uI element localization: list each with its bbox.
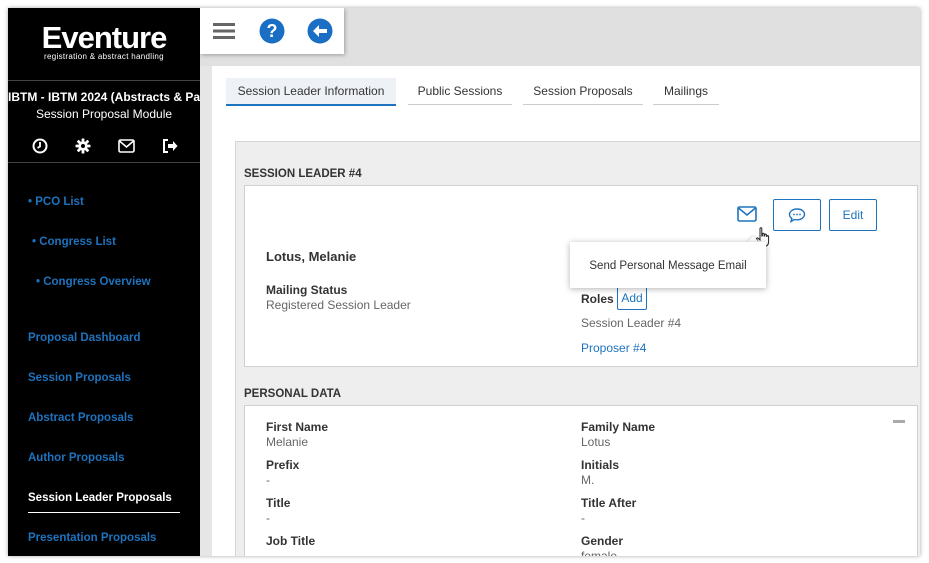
prefix-value: -	[266, 473, 270, 487]
envelope-icon[interactable]	[117, 136, 137, 156]
sidebar-icon-bar	[30, 136, 180, 156]
gender-label: Gender	[581, 534, 624, 548]
roles-label: Roles	[581, 292, 614, 306]
clock-icon[interactable]	[30, 136, 50, 156]
divider	[8, 80, 200, 81]
gear-icon[interactable]	[73, 136, 93, 156]
logout-icon[interactable]	[160, 136, 180, 156]
message-button[interactable]	[773, 199, 821, 231]
prefix-label: Prefix	[266, 458, 300, 472]
sidebar-item-session-leader-proposals[interactable]: Session Leader Proposals	[28, 492, 172, 504]
logo-wordmark: Eventure	[41, 20, 168, 55]
job-title-label: Job Title	[266, 534, 316, 548]
title-label: Title	[266, 496, 291, 510]
active-nav-underline	[28, 512, 180, 513]
mailing-status-label: Mailing Status	[266, 283, 348, 297]
initials-label: Initials	[581, 458, 620, 472]
sidebar: Eventure registration & abstract handlin…	[8, 8, 200, 556]
sidebar-item-congress-list[interactable]: • Congress List	[32, 236, 116, 248]
hamburger-menu-icon[interactable]	[200, 8, 248, 54]
title-after-value: -	[581, 511, 585, 525]
tab-mailings[interactable]: Mailings	[653, 78, 719, 105]
app-window: Eventure registration & abstract handlin…	[8, 8, 920, 556]
svg-text:?: ?	[267, 21, 278, 41]
section-title-session-leader: SESSION LEADER #4	[244, 168, 362, 180]
sidebar-item-congress-overview[interactable]: • Congress Overview	[36, 276, 151, 288]
sidebar-item-proposal-dashboard[interactable]: Proposal Dashboard	[28, 332, 140, 344]
first-name-value: Melanie	[266, 435, 309, 449]
envelope-icon	[737, 206, 757, 222]
send-email-button[interactable]	[729, 199, 765, 229]
sidebar-item-abstract-proposals[interactable]: Abstract Proposals	[28, 412, 133, 424]
sidebar-item-presentation-proposals[interactable]: Presentation Proposals	[28, 532, 156, 544]
toolbar: ?	[200, 8, 344, 54]
sidebar-item-session-proposals[interactable]: Session Proposals	[28, 372, 131, 384]
event-title: IBTM - IBTM 2024 (Abstracts & Par...	[8, 90, 200, 104]
logo: Eventure registration & abstract handlin…	[8, 20, 200, 62]
top-bar: ?	[200, 8, 920, 66]
initials-value: M.	[581, 473, 595, 487]
divider	[8, 162, 200, 163]
sidebar-item-author-proposals[interactable]: Author Proposals	[28, 452, 124, 464]
chat-bubble-icon	[788, 208, 806, 223]
title-after-label: Title After	[581, 496, 637, 510]
mailing-status-value: Registered Session Leader	[266, 298, 411, 312]
first-name-label: First Name	[266, 420, 329, 434]
module-title: Session Proposal Module	[35, 107, 173, 121]
gender-value: female	[581, 549, 618, 556]
collapse-icon[interactable]	[893, 420, 905, 423]
help-icon[interactable]: ?	[248, 8, 296, 54]
role-session-leader: Session Leader #4	[581, 316, 682, 330]
back-arrow-icon[interactable]	[296, 8, 344, 54]
tab-public-sessions[interactable]: Public Sessions	[408, 78, 512, 105]
edit-button[interactable]: Edit	[829, 199, 877, 231]
title-value: -	[266, 511, 270, 525]
send-email-tooltip: Send Personal Message Email	[570, 242, 766, 288]
role-proposer-link[interactable]: Proposer #4	[581, 341, 646, 355]
sidebar-item-pco-list[interactable]: • PCO List	[28, 196, 84, 208]
add-role-button[interactable]: Add	[617, 285, 647, 310]
family-name-value: Lotus	[581, 435, 611, 449]
tab-session-leader-information[interactable]: Session Leader Information	[226, 78, 396, 106]
section-title-personal-data: PERSONAL DATA	[244, 388, 342, 400]
tab-session-proposals[interactable]: Session Proposals	[523, 78, 643, 105]
leader-name: Lotus, Melanie	[266, 249, 357, 264]
family-name-label: Family Name	[581, 420, 656, 434]
logo-tagline: registration & abstract handling	[44, 52, 164, 61]
